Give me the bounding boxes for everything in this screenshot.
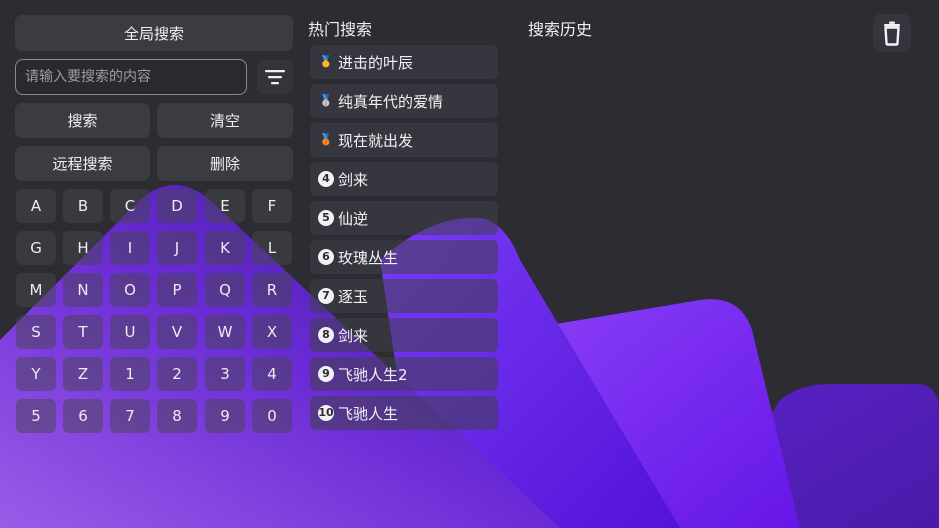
key-2[interactable]: 2 [157, 357, 197, 391]
key-x[interactable]: X [252, 315, 292, 349]
key-e[interactable]: E [205, 189, 245, 223]
key-s[interactable]: S [16, 315, 56, 349]
key-3[interactable]: 3 [205, 357, 245, 391]
clear-button[interactable]: 清空 [157, 103, 293, 138]
hot-search-label: 进击的叶辰 [338, 53, 414, 72]
key-r[interactable]: R [252, 273, 292, 307]
key-y[interactable]: Y [16, 357, 56, 391]
search-input[interactable] [15, 59, 247, 95]
key-c[interactable]: C [110, 189, 150, 223]
hot-search-item[interactable]: 7 逐玉 [310, 279, 498, 313]
clear-history-button[interactable] [873, 14, 911, 52]
key-o[interactable]: O [110, 273, 150, 307]
hot-search-item[interactable]: 🥇 进击的叶辰 [310, 45, 498, 79]
hot-search-item[interactable]: 🥉 现在就出发 [310, 123, 498, 157]
trash-icon [884, 21, 900, 46]
key-t[interactable]: T [63, 315, 103, 349]
key-k[interactable]: K [205, 231, 245, 265]
key-6[interactable]: 6 [63, 399, 103, 433]
hot-search-item[interactable]: 🥈 纯真年代的爱情 [310, 84, 498, 118]
hot-search-item[interactable]: 4 剑来 [310, 162, 498, 196]
hot-search-label: 剑来 [338, 170, 369, 189]
key-f[interactable]: F [252, 189, 292, 223]
global-search-button[interactable]: 全局搜索 [15, 15, 293, 51]
key-0[interactable]: 0 [252, 399, 292, 433]
key-z[interactable]: Z [63, 357, 103, 391]
rank-number: 4 [318, 171, 334, 187]
key-v[interactable]: V [157, 315, 197, 349]
key-d[interactable]: D [157, 189, 197, 223]
key-8[interactable]: 8 [157, 399, 197, 433]
key-q[interactable]: Q [205, 273, 245, 307]
key-u[interactable]: U [110, 315, 150, 349]
key-w[interactable]: W [205, 315, 245, 349]
key-l[interactable]: L [252, 231, 292, 265]
key-h[interactable]: H [63, 231, 103, 265]
rank-number: 6 [318, 249, 334, 265]
hot-search-label: 现在就出发 [338, 131, 414, 150]
rank-number: 5 [318, 210, 334, 226]
key-j[interactable]: J [157, 231, 197, 265]
key-p[interactable]: P [157, 273, 197, 307]
key-a[interactable]: A [16, 189, 56, 223]
key-9[interactable]: 9 [205, 399, 245, 433]
key-m[interactable]: M [16, 273, 56, 307]
key-i[interactable]: I [110, 231, 150, 265]
filter-button[interactable] [257, 60, 293, 94]
search-history-title: 搜索历史 [528, 20, 593, 39]
rank-number: 9 [318, 366, 334, 382]
hot-search-label: 飞驰人生 [338, 404, 399, 423]
hot-search-label: 纯真年代的爱情 [338, 92, 444, 111]
key-g[interactable]: G [16, 231, 56, 265]
key-b[interactable]: B [63, 189, 103, 223]
search-button[interactable]: 搜索 [15, 103, 150, 138]
key-1[interactable]: 1 [110, 357, 150, 391]
key-5[interactable]: 5 [16, 399, 56, 433]
delete-button[interactable]: 删除 [157, 146, 293, 181]
hot-search-label: 玫瑰丛生 [338, 248, 399, 267]
medal-icon: 🥉 [319, 133, 333, 146]
hot-search-label: 剑来 [338, 326, 369, 345]
medal-icon: 🥈 [319, 94, 333, 107]
hot-search-label: 飞驰人生2 [338, 365, 408, 384]
rank-number: 8 [318, 327, 334, 343]
hot-search-item[interactable]: 9 飞驰人生2 [310, 357, 498, 391]
hot-search-title: 热门搜索 [308, 20, 373, 39]
hot-search-item[interactable]: 6 玫瑰丛生 [310, 240, 498, 274]
key-7[interactable]: 7 [110, 399, 150, 433]
hot-search-item[interactable]: 5 仙逆 [310, 201, 498, 235]
medal-icon: 🥇 [319, 55, 333, 68]
rank-number: 7 [318, 288, 334, 304]
filter-icon [265, 70, 285, 85]
rank-number: 10 [318, 405, 334, 421]
hot-search-label: 仙逆 [338, 209, 369, 228]
key-4[interactable]: 4 [252, 357, 292, 391]
hot-search-item[interactable]: 8 剑来 [310, 318, 498, 352]
remote-search-button[interactable]: 远程搜索 [15, 146, 150, 181]
hot-search-item[interactable]: 10 飞驰人生 [310, 396, 498, 430]
key-n[interactable]: N [63, 273, 103, 307]
hot-search-label: 逐玉 [338, 287, 369, 306]
